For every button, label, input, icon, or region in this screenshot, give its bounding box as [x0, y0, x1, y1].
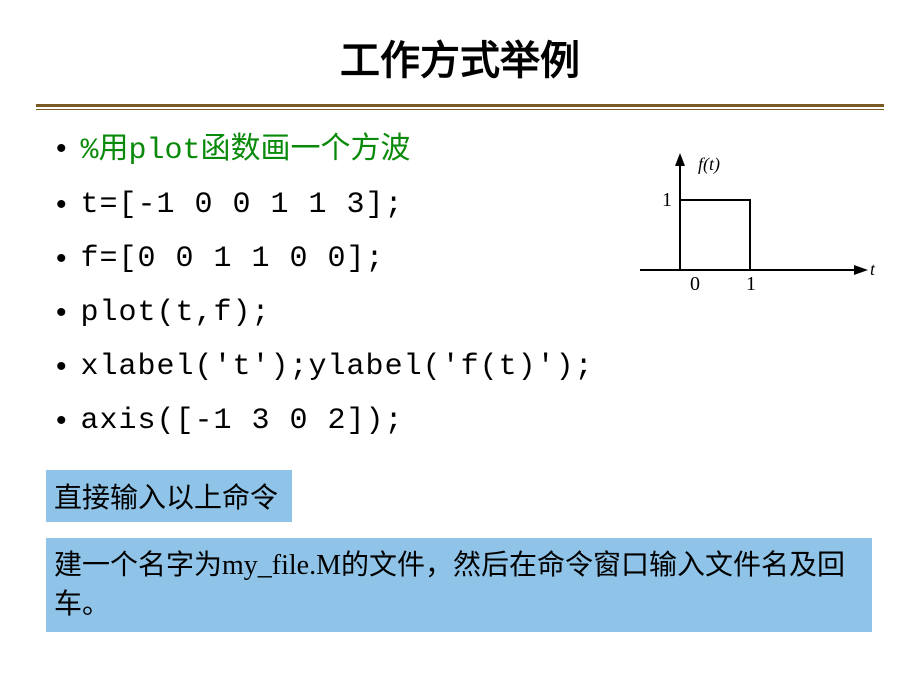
- x-tick-1: 1: [746, 273, 756, 295]
- bullet-item-code: • axis([-1 3 0 2]);: [56, 400, 920, 442]
- y-axis-arrow-icon: [675, 153, 685, 166]
- y-axis-label: f(t): [698, 154, 720, 175]
- title-divider: [36, 104, 884, 110]
- y-tick-1: 1: [662, 189, 672, 211]
- square-wave-path: [680, 200, 750, 270]
- bullet-dot: •: [56, 184, 67, 226]
- plot-word: plot: [129, 134, 201, 168]
- x-axis-arrow-icon: [854, 265, 868, 275]
- bullet-dot: •: [56, 346, 67, 388]
- code-line: xlabel('t');ylabel('f(t)');: [81, 346, 594, 388]
- cjk-part2: 函数画一个方波: [201, 132, 411, 165]
- comment-text: %用plot函数画一个方波: [81, 128, 411, 172]
- percent-sign: %: [81, 134, 99, 168]
- bullet-dot: •: [56, 128, 67, 170]
- highlight-note-1: 直接输入以上命令: [46, 470, 292, 522]
- highlight-note-2: 建一个名字为my_file.M的文件，然后在命令窗口输入文件名及回车。: [46, 538, 872, 632]
- slide-title: 工作方式举例: [0, 0, 920, 104]
- code-line: axis([-1 3 0 2]);: [81, 400, 404, 442]
- code-line: t=[-1 0 0 1 1 3];: [81, 184, 404, 226]
- x-axis-label: t: [870, 259, 876, 279]
- bullet-dot: •: [56, 400, 67, 442]
- code-line: f=[0 0 1 1 0 0];: [81, 238, 385, 280]
- bullet-dot: •: [56, 238, 67, 280]
- bullet-item-code: • xlabel('t');ylabel('f(t)');: [56, 346, 920, 388]
- square-wave-figure: 1 0 1 t f(t): [620, 150, 880, 300]
- code-line: plot(t,f);: [81, 292, 271, 334]
- origin-label: 0: [690, 273, 700, 295]
- bullet-dot: •: [56, 292, 67, 334]
- cjk-part1: 用: [99, 132, 129, 165]
